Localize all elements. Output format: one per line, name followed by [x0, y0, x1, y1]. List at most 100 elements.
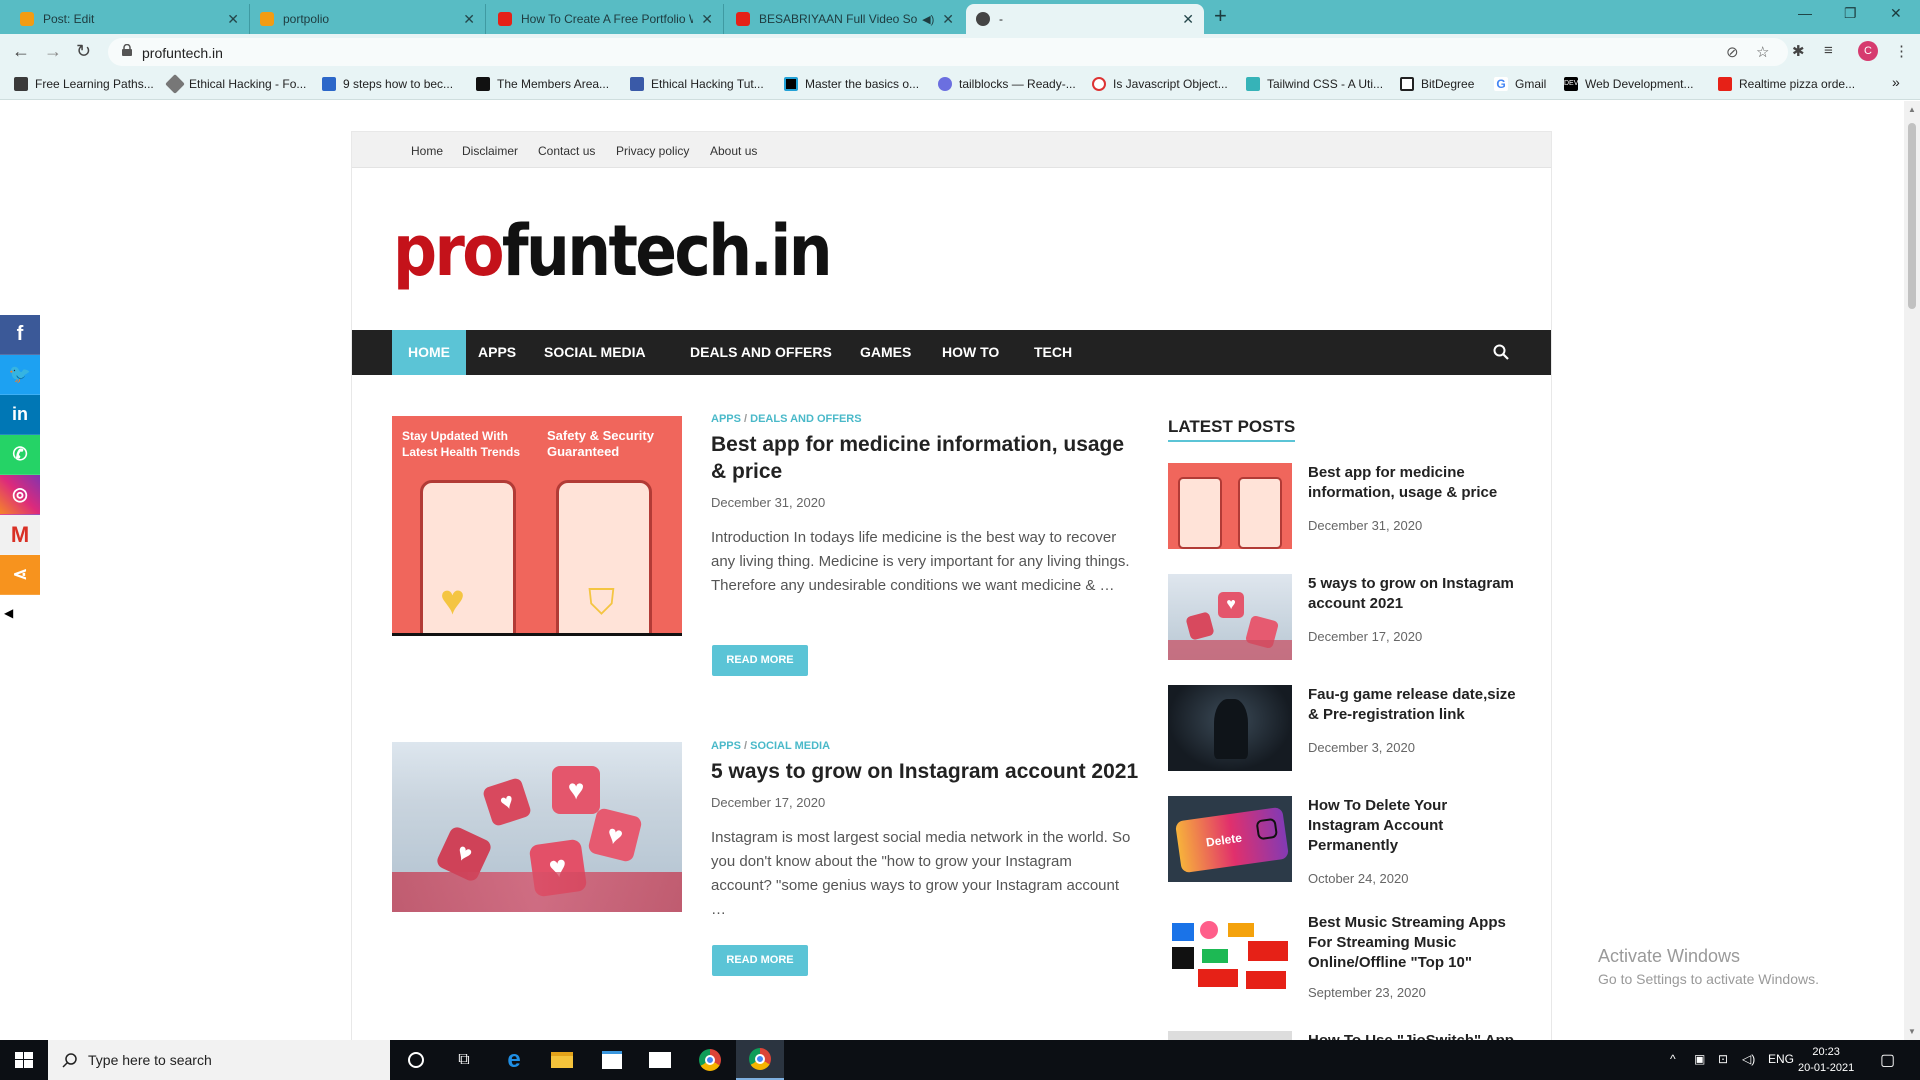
- bookmark-item[interactable]: Ethical Hacking Tut...: [630, 77, 764, 91]
- latest-post-thumbnail[interactable]: [1168, 463, 1292, 549]
- latest-post-title[interactable]: Best app for medicine information, usage…: [1308, 463, 1518, 503]
- address-bar[interactable]: profuntech.in ⊘ ☆: [108, 38, 1788, 66]
- notification-icon[interactable]: ▢: [1880, 1050, 1895, 1070]
- bookmark-item[interactable]: G Gmail: [1494, 77, 1546, 91]
- scroll-down-icon[interactable]: ▼: [1908, 1027, 1916, 1036]
- avatar[interactable]: C: [1858, 41, 1878, 61]
- latest-post-item[interactable]: How To Use "JioSwitch" App: [1168, 1031, 1518, 1040]
- taskbar-search[interactable]: Type here to search: [48, 1040, 390, 1080]
- share-icon[interactable]: ⋖: [0, 555, 40, 595]
- nav-deals-offers[interactable]: DEALS AND OFFERS: [674, 330, 848, 375]
- bookmark-item[interactable]: BitDegree: [1400, 77, 1474, 91]
- bookmark-item[interactable]: DEV Web Development...: [1564, 77, 1694, 91]
- latest-post-title[interactable]: 5 ways to grow on Instagram account 2021: [1308, 574, 1518, 614]
- menu-icon[interactable]: ⋮: [1894, 42, 1909, 60]
- bookmark-item[interactable]: Master the basics o...: [784, 77, 919, 91]
- latest-post-thumbnail[interactable]: Delete: [1168, 796, 1292, 882]
- minimize-icon[interactable]: —: [1798, 5, 1812, 21]
- tab-youtube-portfolio[interactable]: How To Create A Free Portfolio W ✕: [488, 4, 724, 34]
- tab-portpolio[interactable]: portpolio ✕: [250, 4, 486, 34]
- latest-post-thumbnail[interactable]: [1168, 913, 1292, 999]
- latest-post-title[interactable]: How To Use "JioSwitch" App: [1308, 1031, 1518, 1040]
- bookmark-item[interactable]: The Members Area...: [476, 77, 609, 91]
- category-link[interactable]: APPS: [711, 413, 741, 425]
- extensions-icon[interactable]: ✱: [1792, 42, 1805, 60]
- more-bookmarks-button[interactable]: »: [1892, 74, 1900, 90]
- restore-icon[interactable]: ❐: [1844, 5, 1857, 22]
- window-close-icon[interactable]: ✕: [1890, 5, 1902, 22]
- close-icon[interactable]: ✕: [1182, 11, 1194, 28]
- language-indicator[interactable]: ENG: [1768, 1052, 1794, 1066]
- twitter-icon[interactable]: 🐦: [0, 355, 40, 395]
- close-icon[interactable]: ✕: [701, 11, 713, 28]
- mail-icon[interactable]: [636, 1040, 684, 1080]
- tab-post-edit[interactable]: Post: Edit ✕: [10, 4, 250, 34]
- bookmark-item[interactable]: Ethical Hacking - Fo...: [165, 74, 306, 94]
- scroll-up-icon[interactable]: ▲: [1908, 105, 1916, 114]
- instagram-icon[interactable]: ◎: [0, 475, 40, 515]
- network-icon[interactable]: ⊡: [1718, 1052, 1728, 1066]
- media-icon[interactable]: ≡: [1824, 42, 1833, 59]
- read-more-button[interactable]: READ MORE: [712, 645, 808, 676]
- facebook-icon[interactable]: f: [0, 315, 40, 355]
- bookmark-item[interactable]: Free Learning Paths...: [14, 77, 154, 91]
- linkedin-icon[interactable]: in: [0, 395, 40, 435]
- top-menu-about[interactable]: About us: [710, 144, 757, 158]
- bookmark-item[interactable]: Is Javascript Object...: [1092, 77, 1228, 91]
- top-menu-privacy[interactable]: Privacy policy: [616, 144, 689, 158]
- hide-share-icon[interactable]: ◀: [4, 606, 13, 620]
- latest-post-item[interactable]: Best Music Streaming Apps For Streaming …: [1168, 913, 1518, 1023]
- forward-icon[interactable]: →: [44, 41, 62, 62]
- latest-post-item[interactable]: Best app for medicine information, usage…: [1168, 463, 1518, 553]
- search-icon[interactable]: [1493, 344, 1509, 360]
- bookmark-item[interactable]: 9 steps how to bec...: [322, 77, 453, 91]
- meet-now-icon[interactable]: ▣: [1694, 1052, 1705, 1066]
- store-icon[interactable]: [588, 1040, 636, 1080]
- latest-post-thumbnail[interactable]: [1168, 685, 1292, 771]
- top-menu-disclaimer[interactable]: Disclaimer: [462, 144, 518, 158]
- post-thumbnail[interactable]: Stay Updated With Latest Health Trends S…: [392, 416, 682, 636]
- latest-post-item[interactable]: Fau-g game release date,size & Pre-regis…: [1168, 685, 1518, 775]
- top-menu-home[interactable]: Home: [411, 144, 443, 158]
- bookmark-item[interactable]: tailblocks — Ready-...: [938, 77, 1076, 91]
- latest-post-item[interactable]: ♥ 5 ways to grow on Instagram account 20…: [1168, 574, 1518, 664]
- nav-how-to[interactable]: HOW TO: [926, 330, 1015, 375]
- file-explorer-icon[interactable]: [538, 1040, 586, 1080]
- tab-active[interactable]: - ✕: [966, 4, 1204, 34]
- read-more-button[interactable]: READ MORE: [712, 945, 808, 976]
- category-link[interactable]: DEALS AND OFFERS: [750, 413, 861, 425]
- chrome-active-icon[interactable]: [736, 1040, 784, 1080]
- whatsapp-icon[interactable]: ✆: [0, 435, 40, 475]
- post-thumbnail[interactable]: ♥ ♥ ♥ ♥ ♥: [392, 742, 682, 912]
- start-button[interactable]: [0, 1040, 48, 1080]
- nav-apps[interactable]: APPS: [462, 330, 532, 375]
- new-tab-icon[interactable]: +: [1214, 3, 1227, 29]
- latest-post-title[interactable]: Best Music Streaming Apps For Streaming …: [1308, 913, 1518, 973]
- latest-post-item[interactable]: Delete How To Delete Your Instagram Acco…: [1168, 796, 1518, 906]
- close-icon[interactable]: ✕: [227, 11, 239, 28]
- clock[interactable]: 20:23 20-01-2021: [1798, 1044, 1854, 1076]
- nav-home[interactable]: HOME: [392, 330, 466, 375]
- latest-post-title[interactable]: How To Delete Your Instagram Account Per…: [1308, 796, 1518, 856]
- chrome-icon[interactable]: [686, 1040, 734, 1080]
- bookmark-item[interactable]: Realtime pizza orde...: [1718, 77, 1855, 91]
- nav-games[interactable]: GAMES: [844, 330, 927, 375]
- close-icon[interactable]: ✕: [942, 11, 954, 28]
- nav-tech[interactable]: TECH: [1018, 330, 1088, 375]
- chevron-up-icon[interactable]: ^: [1670, 1052, 1676, 1066]
- task-view-icon[interactable]: ⧉: [440, 1040, 488, 1080]
- close-icon[interactable]: ✕: [463, 11, 475, 28]
- speaker-icon[interactable]: ◀): [922, 13, 934, 26]
- category-link[interactable]: SOCIAL MEDIA: [750, 740, 830, 752]
- site-logo[interactable]: profuntech.in: [393, 210, 833, 292]
- post-title[interactable]: 5 ways to grow on Instagram account 2021: [711, 758, 1141, 785]
- scrollbar[interactable]: ▲ ▼: [1904, 101, 1920, 1040]
- edge-icon[interactable]: e: [490, 1040, 538, 1080]
- latest-post-thumbnail[interactable]: ♥: [1168, 574, 1292, 660]
- latest-post-thumbnail[interactable]: [1168, 1031, 1292, 1040]
- top-menu-contact[interactable]: Contact us: [538, 144, 595, 158]
- tab-youtube-besabriyaan[interactable]: BESABRIYAAN Full Video So ◀) ✕: [726, 4, 964, 34]
- bookmark-item[interactable]: Tailwind CSS - A Uti...: [1246, 77, 1383, 91]
- nav-social-media[interactable]: SOCIAL MEDIA: [528, 330, 662, 375]
- back-icon[interactable]: ←: [12, 41, 30, 62]
